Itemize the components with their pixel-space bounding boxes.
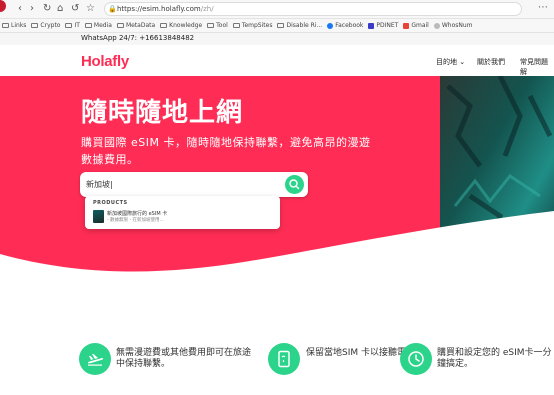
url-host: https://esim.holafly.com — [117, 5, 201, 13]
phone-icon — [278, 350, 290, 368]
bookmark-item[interactable]: Disable Ri... — [277, 22, 322, 29]
bookmark-item[interactable]: PDINET — [368, 22, 398, 29]
star-icon[interactable]: ☆ — [86, 2, 95, 16]
feature-text-roaming: 無需漫遊費或其他費用即可在旅途中保持聯繫。 — [116, 348, 252, 369]
tab-favicon[interactable] — [0, 0, 6, 12]
bookmark-item[interactable]: IT — [65, 22, 80, 29]
clock-icon — [408, 351, 424, 367]
bookmark-item[interactable]: Links — [2, 22, 26, 29]
lock-icon: 🔒 — [108, 5, 117, 13]
bookmark-item[interactable]: Media — [84, 22, 112, 29]
browser-toolbar: ‹ › ↻ ⌂ ↺ ☆ 🔒 https://esim.holafly.com/z… — [0, 0, 554, 19]
home-icon[interactable]: ⌂ — [57, 2, 63, 16]
product-thumbnail[interactable] — [93, 210, 104, 223]
bookmark-item[interactable]: Gmail — [403, 22, 429, 29]
bookmark-item[interactable]: TempSites — [232, 22, 272, 29]
feature-icon-circle — [268, 343, 300, 375]
folder-icon — [84, 23, 92, 28]
search-icon — [289, 179, 300, 190]
facebook-icon — [327, 22, 334, 29]
pdinet-icon — [368, 22, 375, 29]
address-bar[interactable]: 🔒 https://esim.holafly.com/zh/ — [104, 2, 522, 16]
bookmark-item[interactable]: Crypto — [31, 22, 60, 29]
folder-icon — [207, 23, 215, 28]
folder-icon — [2, 23, 9, 28]
url-path: /zh/ — [200, 5, 214, 13]
bookmark-item[interactable]: Tool — [207, 22, 228, 29]
folder-icon — [116, 23, 124, 28]
bookmark-item[interactable]: Facebook — [327, 22, 363, 29]
search-box — [80, 172, 308, 197]
whatsapp-text[interactable]: WhatsApp 24/7: +16613848482 — [81, 34, 194, 42]
feature-icon-circle — [400, 343, 432, 375]
nav-about[interactable]: 關於我們 — [477, 57, 505, 67]
plane-icon — [88, 354, 104, 366]
site-header: Holafly 目的地 ⌄ 關於我們 常見問題解 — [0, 45, 554, 76]
gmail-icon — [403, 22, 410, 29]
back-icon[interactable]: ‹ — [18, 2, 22, 16]
reload-icon[interactable]: ↻ — [43, 2, 51, 16]
bookmarks-bar: Links Crypto IT Media MetaData Knowledge… — [0, 19, 554, 33]
hero-subtitle: 購買國際 eSIM 卡，隨時隨地保持聯繫，避免高昂的漫遊數據費用。 — [81, 136, 371, 166]
search-input[interactable] — [86, 177, 276, 192]
suggestion-item-title[interactable]: 新加坡國際旅行的 eSIM 卡 — [107, 210, 167, 217]
forward-icon[interactable]: › — [30, 2, 34, 16]
folder-icon — [31, 23, 39, 28]
suggestions-heading: PRODUCTS — [93, 200, 128, 206]
feature-icon-circle — [79, 343, 111, 375]
undo-icon[interactable]: ↺ — [71, 2, 79, 16]
search-button[interactable] — [285, 175, 304, 194]
whatsapp-bar: WhatsApp 24/7: +16613848482 — [0, 33, 554, 45]
bookmark-item[interactable]: WhosNum — [433, 22, 473, 29]
folder-icon — [277, 23, 285, 28]
nav-destinations[interactable]: 目的地 ⌄ — [436, 57, 465, 67]
bookmark-item[interactable]: MetaData — [116, 22, 155, 29]
globe-icon — [433, 22, 440, 29]
bookmark-item[interactable]: Knowledge — [160, 22, 202, 29]
search-suggestions: PRODUCTS 新加坡國際旅行的 eSIM 卡 - 數據無限 - 在新加坡使用… — [85, 196, 280, 229]
hero-title: 隨時隨地上網 — [81, 98, 244, 128]
holafly-logo[interactable]: Holafly — [81, 53, 129, 70]
folder-icon — [65, 23, 73, 28]
folder-icon — [232, 23, 240, 28]
suggestion-item-desc[interactable]: - 數據無限 - 在新加坡使用... — [107, 217, 164, 223]
folder-icon — [160, 23, 168, 28]
menu-icon[interactable]: ⋯ — [538, 2, 548, 13]
nav-faq[interactable]: 常見問題解 — [520, 57, 554, 77]
feature-text-setup: 購買和設定您的 eSIM卡一分鐘搞定。 — [437, 348, 552, 369]
